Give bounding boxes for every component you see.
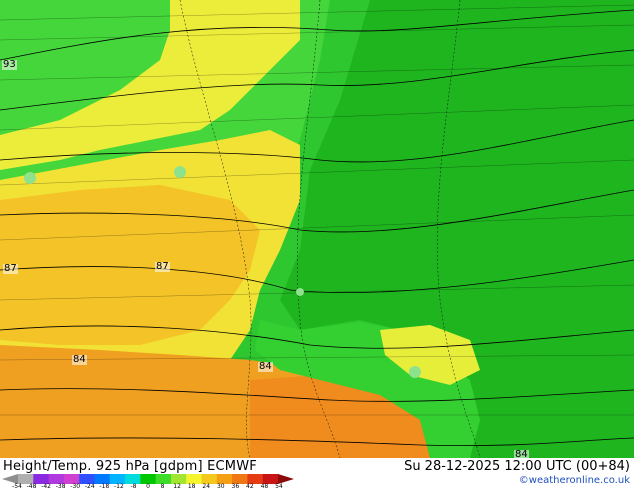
lake-marker <box>24 172 36 184</box>
scale-tick-label: 8 <box>160 483 165 490</box>
scale-tick-label: -8 <box>130 483 137 490</box>
scale-tick-label: 12 <box>173 483 181 490</box>
scale-tick-label: -24 <box>84 483 95 490</box>
temperature-map <box>0 0 634 458</box>
lake-marker <box>174 166 186 178</box>
scale-tick-label: 0 <box>146 483 150 490</box>
contour-label: 87 <box>155 261 170 272</box>
scale-tick-label: -38 <box>55 483 66 490</box>
contour-label: 93 <box>2 59 17 70</box>
contour-label: 84 <box>258 361 273 372</box>
scale-tick-label: -30 <box>70 483 81 490</box>
scale-tick-label: 18 <box>187 483 196 490</box>
map-title: Height/Temp. 925 hPa [gdpm] ECMWF <box>3 459 257 474</box>
scale-tick-label: 36 <box>231 483 240 490</box>
scale-tick-label: -54 <box>12 483 22 490</box>
scale-tick-label: -48 <box>26 483 37 490</box>
lake-marker <box>296 288 304 296</box>
scale-tick-label: 54 <box>275 483 283 490</box>
scale-tick-label: 24 <box>202 483 211 490</box>
scale-tick-label: 48 <box>260 483 269 490</box>
weather-map-view: 93 87 87 84 84 84 Height/Temp. 925 hPa [… <box>0 0 634 490</box>
scale-tick-label: -12 <box>113 483 124 490</box>
scale-tick-label: -42 <box>41 483 52 490</box>
contour-label: 87 <box>3 263 18 274</box>
valid-time: Su 28-12-2025 12:00 UTC (00+84) <box>404 459 630 474</box>
scale-tick-label: 42 <box>246 483 254 490</box>
lake-marker <box>409 366 421 378</box>
map-footer: Height/Temp. 925 hPa [gdpm] ECMWF Su 28-… <box>0 458 634 490</box>
scale-tick-label: -18 <box>99 483 110 490</box>
contour-label: 84 <box>72 354 87 365</box>
scale-tick-label: 30 <box>216 483 225 490</box>
credit-link[interactable]: ©weatheronline.co.uk <box>519 475 630 486</box>
